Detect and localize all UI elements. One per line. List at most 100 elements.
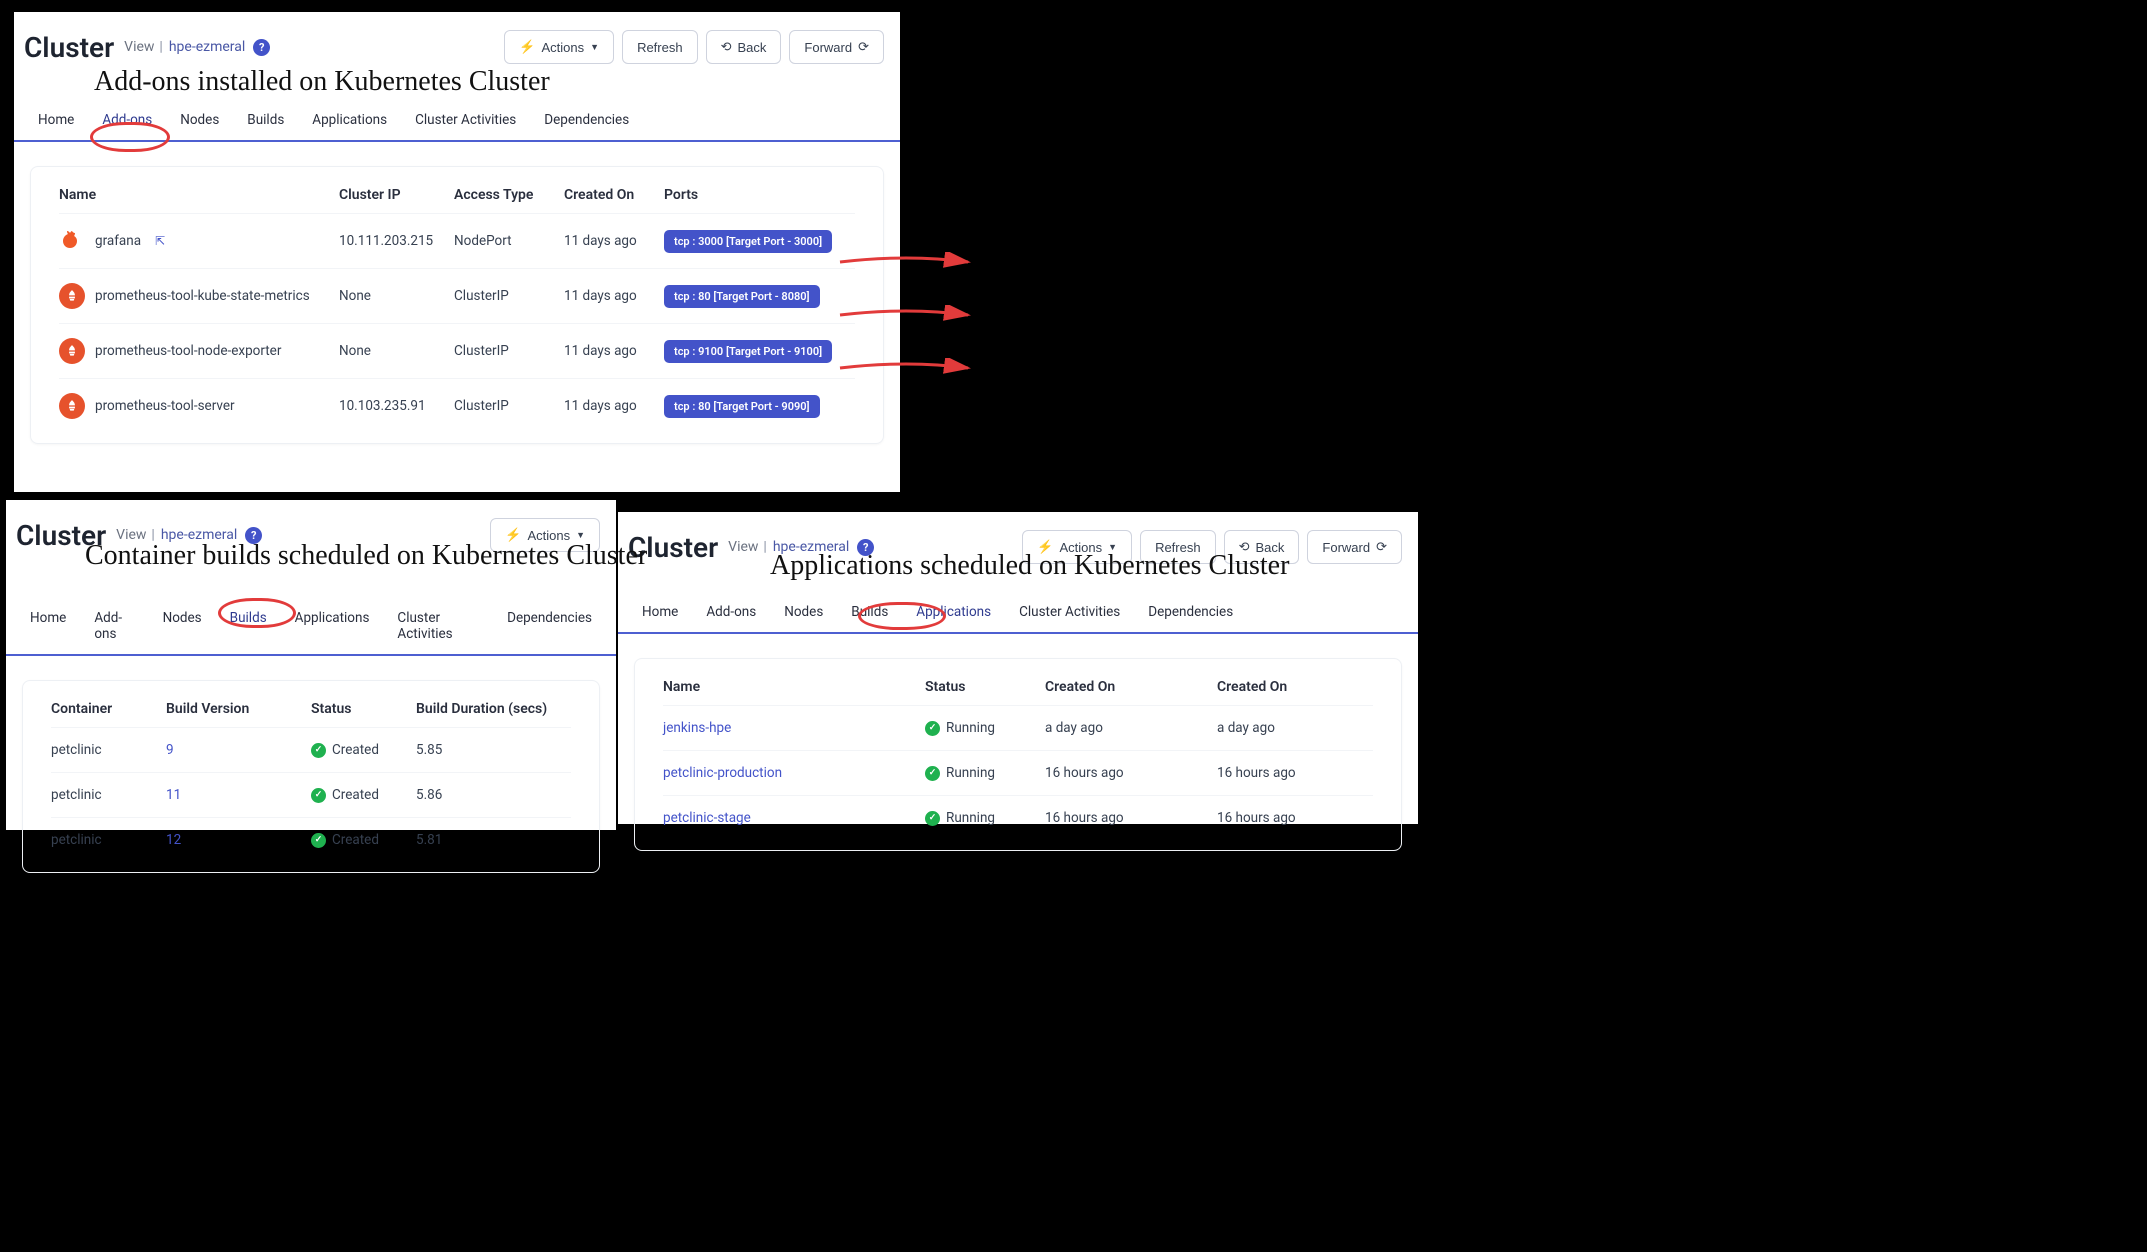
col-access: Access Type [454, 187, 564, 213]
header: Cluster View | hpe-ezmeral ? ⚡Actions▼ R… [618, 512, 1418, 572]
tab-apps[interactable]: Applications [281, 600, 384, 654]
external-link-icon[interactable]: ⇱ [155, 234, 165, 248]
tab-apps[interactable]: Applications [902, 594, 1005, 632]
builds-table: Container Build Version Status Build Dur… [22, 680, 600, 873]
table-row[interactable]: prometheus-tool-node-exporter None Clust… [59, 323, 855, 378]
port-badge[interactable]: tcp : 3000 [Target Port - 3000] [664, 230, 832, 253]
table-row[interactable]: prometheus-tool-kube-state-metrics None … [59, 268, 855, 323]
port-badge[interactable]: tcp : 9100 [Target Port - 9100] [664, 340, 832, 363]
addon-name[interactable]: prometheus-tool-server [95, 398, 235, 414]
page-title: Cluster [628, 531, 718, 564]
prometheus-icon [59, 393, 85, 419]
tab-home[interactable]: Home [24, 102, 88, 140]
tab-apps[interactable]: Applications [298, 102, 401, 140]
status-cell: Created [311, 832, 416, 848]
tab-activ[interactable]: Cluster Activities [383, 600, 493, 654]
table-row[interactable]: jenkins-hpe Running a day ago a day ago [663, 705, 1373, 750]
duration: 5.85 [416, 742, 566, 758]
breadcrumb[interactable]: hpe-ezmeral [169, 39, 245, 55]
tab-activ[interactable]: Cluster Activities [401, 102, 530, 140]
tab-bar: Home Add-ons Nodes Builds Applications C… [618, 594, 1418, 634]
addons-table: Name Cluster IP Access Type Created On P… [30, 166, 884, 444]
breadcrumb-sep: | [159, 39, 162, 55]
table-row[interactable]: prometheus-tool-server 10.103.235.91 Clu… [59, 378, 855, 433]
lightning-icon: ⚡ [1037, 539, 1053, 555]
refresh-button[interactable]: Refresh [622, 30, 698, 64]
lightning-icon: ⚡ [505, 527, 521, 543]
table-row[interactable]: petclinic-production Running 16 hours ag… [663, 750, 1373, 795]
table-row[interactable]: petclinic 11 Created 5.86 [51, 772, 571, 817]
tab-deps[interactable]: Dependencies [1134, 594, 1247, 632]
page-title: Cluster [16, 519, 106, 552]
port-badge[interactable]: tcp : 80 [Target Port - 8080] [664, 285, 820, 308]
app-name[interactable]: petclinic-stage [663, 810, 925, 826]
clock-icon: ⟲ [1239, 539, 1250, 555]
tab-nodes[interactable]: Nodes [149, 600, 216, 654]
col-name: Name [663, 679, 925, 705]
tab-nodes[interactable]: Nodes [770, 594, 837, 632]
table-row[interactable]: grafana ⇱ 10.111.203.215 NodePort 11 day… [59, 213, 855, 268]
help-icon[interactable]: ? [857, 539, 874, 556]
created-on: 11 days ago [564, 343, 664, 359]
view-label: View [124, 39, 154, 55]
build-version[interactable]: 11 [166, 787, 311, 803]
actions-button[interactable]: ⚡Actions▼ [504, 30, 614, 64]
breadcrumb[interactable]: hpe-ezmeral [161, 527, 237, 543]
created-on: 11 days ago [564, 233, 664, 249]
header: Cluster View | hpe-ezmeral ? ⚡Actions▼ R… [14, 12, 900, 72]
tab-addons[interactable]: Add-ons [80, 600, 148, 654]
check-icon [925, 811, 940, 826]
prometheus-icon [59, 338, 85, 364]
app-name[interactable]: jenkins-hpe [663, 720, 925, 736]
tab-home[interactable]: Home [16, 600, 80, 654]
col-version: Build Version [166, 701, 311, 727]
actions-button[interactable]: ⚡Actions▼ [490, 518, 600, 552]
back-button[interactable]: ⟲Back [706, 30, 782, 64]
help-icon[interactable]: ? [253, 39, 270, 56]
container-name: petclinic [51, 787, 166, 803]
help-icon[interactable]: ? [245, 527, 262, 544]
cluster-ip: 10.111.203.215 [339, 233, 454, 249]
tab-home[interactable]: Home [628, 594, 692, 632]
table-row[interactable]: petclinic 12 Created 5.81 [51, 817, 571, 862]
container-name: petclinic [51, 742, 166, 758]
access-type: ClusterIP [454, 343, 564, 359]
refresh-button[interactable]: Refresh [1140, 530, 1216, 564]
tab-builds[interactable]: Builds [233, 102, 298, 140]
created-on: 16 hours ago [1045, 765, 1217, 781]
check-icon [311, 788, 326, 803]
status-cell: Created [311, 742, 416, 758]
tab-addons[interactable]: Add-ons [692, 594, 770, 632]
breadcrumb[interactable]: hpe-ezmeral [773, 539, 849, 555]
app-name[interactable]: petclinic-production [663, 765, 925, 781]
header: Cluster View | hpe-ezmeral ? ⚡Actions▼ [6, 500, 616, 560]
table-row[interactable]: petclinic 9 Created 5.85 [51, 727, 571, 772]
clock-icon: ⟲ [721, 39, 732, 55]
addon-name[interactable]: grafana [95, 233, 141, 249]
build-version[interactable]: 12 [166, 832, 311, 848]
build-version[interactable]: 9 [166, 742, 311, 758]
table-row[interactable]: petclinic-stage Running 16 hours ago 16 … [663, 795, 1373, 840]
tab-builds[interactable]: Builds [837, 594, 902, 632]
tab-deps[interactable]: Dependencies [493, 600, 606, 654]
duration: 5.86 [416, 787, 566, 803]
forward-button[interactable]: Forward⟳ [1307, 530, 1402, 564]
tab-builds[interactable]: Builds [216, 600, 281, 654]
tab-activ[interactable]: Cluster Activities [1005, 594, 1134, 632]
tab-bar: Home Add-ons Nodes Builds Applications C… [6, 600, 616, 656]
tab-deps[interactable]: Dependencies [530, 102, 643, 140]
check-icon [925, 766, 940, 781]
page-title: Cluster [24, 31, 114, 64]
actions-button[interactable]: ⚡Actions▼ [1022, 530, 1132, 564]
tab-nodes[interactable]: Nodes [166, 102, 233, 140]
view-label: View [728, 539, 758, 555]
addon-name[interactable]: prometheus-tool-kube-state-metrics [95, 288, 310, 304]
port-badge[interactable]: tcp : 80 [Target Port - 9090] [664, 395, 820, 418]
back-button[interactable]: ⟲Back [1224, 530, 1300, 564]
created-on: a day ago [1045, 720, 1217, 736]
cluster-ip: 10.103.235.91 [339, 398, 454, 414]
tab-addons[interactable]: Add-ons [88, 102, 166, 140]
forward-button[interactable]: Forward⟳ [789, 30, 884, 64]
addon-name[interactable]: prometheus-tool-node-exporter [95, 343, 281, 359]
access-type: ClusterIP [454, 288, 564, 304]
